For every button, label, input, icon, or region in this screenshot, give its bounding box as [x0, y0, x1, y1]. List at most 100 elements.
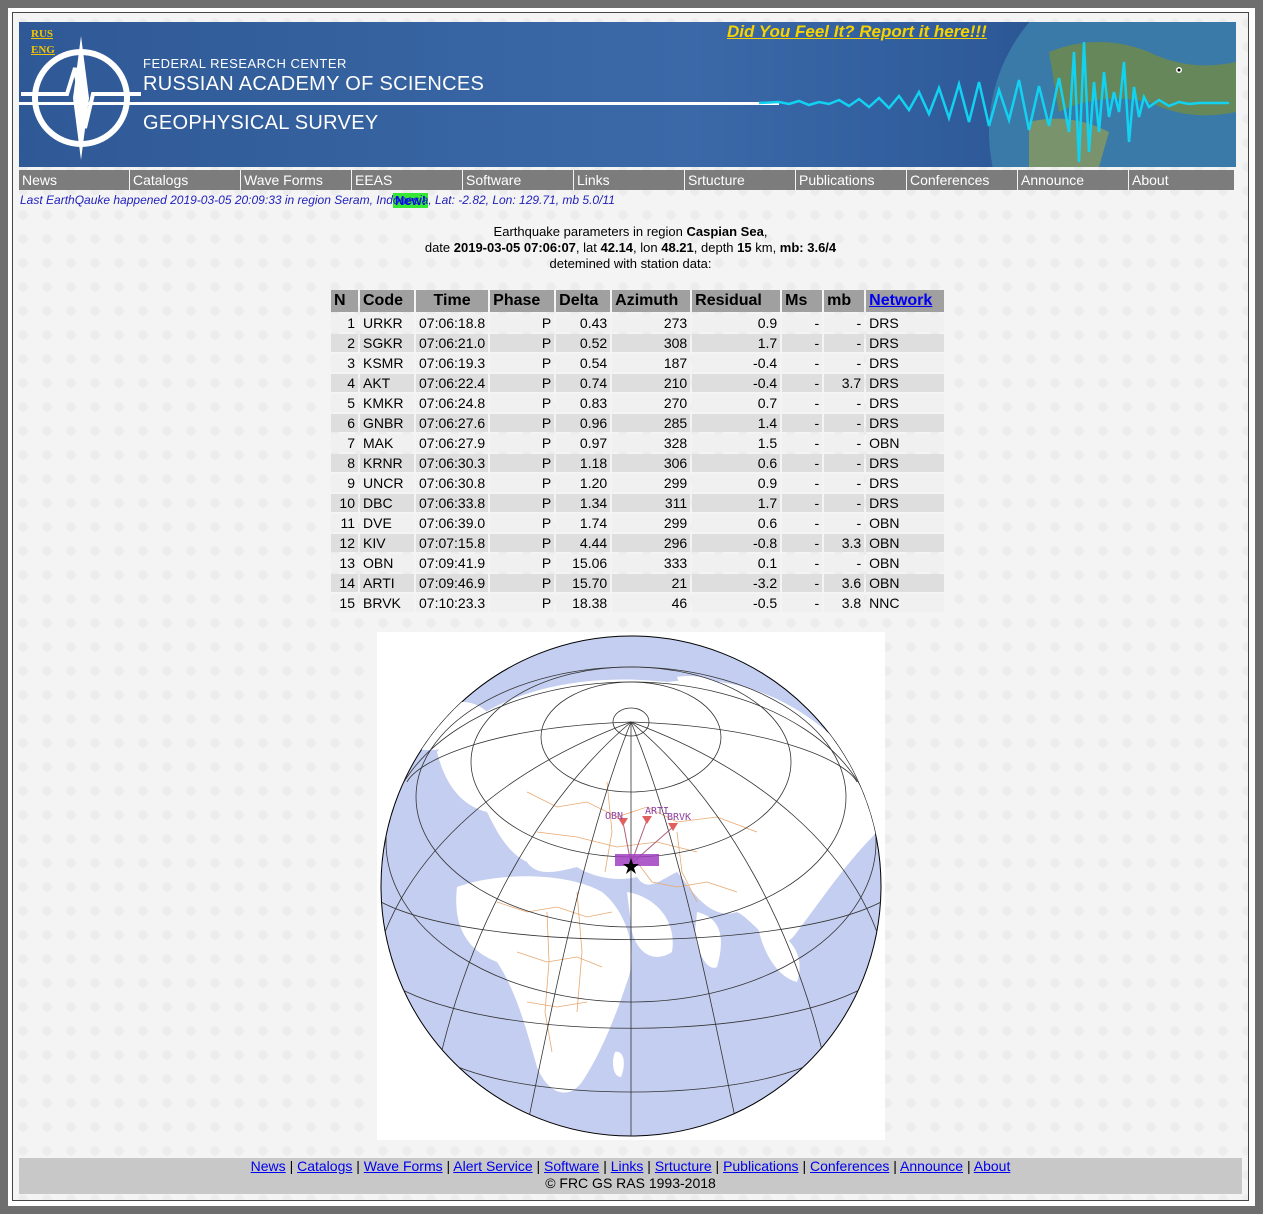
table-cell: 4	[331, 374, 358, 392]
table-cell: BRVK	[360, 594, 414, 612]
nav-news[interactable]: News	[19, 170, 129, 190]
footer-link-news[interactable]: News	[251, 1158, 286, 1174]
table-cell: 285	[612, 414, 691, 432]
table-cell: 3	[331, 354, 358, 372]
footer-link-alert-service[interactable]: Alert Service	[453, 1158, 532, 1174]
table-cell: 07:06:30.3	[416, 454, 489, 472]
table-cell: -3.2	[692, 574, 781, 592]
table-cell: -	[824, 334, 865, 352]
footer-links: News | Catalogs | Wave Forms | Alert Ser…	[19, 1158, 1242, 1175]
globe-map: OBN ARTI BRVK	[380, 635, 882, 1137]
footer-sep: |	[446, 1158, 451, 1174]
header-line1: FEDERAL RESEARCH CENTER	[143, 56, 347, 71]
table-cell: DRS	[866, 494, 945, 512]
table-cell: OBN	[866, 514, 945, 532]
table-cell: P	[490, 434, 555, 452]
table-cell: -0.4	[692, 374, 781, 392]
footer-link-conferences[interactable]: Conferences	[810, 1158, 889, 1174]
table-cell: 270	[612, 394, 691, 412]
nav-links[interactable]: Links	[574, 170, 684, 190]
table-cell: 07:06:24.8	[416, 394, 489, 412]
footer-sep: |	[603, 1158, 607, 1174]
table-cell: -	[824, 314, 865, 332]
params-line2: date 2019-03-05 07:06:07, lat 42.14, lon…	[13, 240, 1248, 256]
table-cell: 1.74	[556, 514, 611, 532]
table-cell: 07:06:18.8	[416, 314, 489, 332]
last-earthquake-text: Last EarthQauke happened 2019-03-05 20:0…	[20, 193, 615, 207]
table-row: 13 OBN 07:09:41.9 P 15.06 333 0.1- - OBN	[331, 554, 945, 572]
table-cell: 13	[331, 554, 358, 572]
footer-link-publications[interactable]: Publications	[723, 1158, 799, 1174]
table-cell: ARTI	[360, 574, 414, 592]
station-data-table: N Code Time Phase Delta Azimuth Residual…	[329, 288, 946, 614]
table-cell: -	[782, 454, 823, 472]
table-cell: 4.44	[556, 534, 611, 552]
table-row: 10 DBC 07:06:33.8 P 1.34 311 1.7- - DRS	[331, 494, 945, 512]
params-suffix: ,	[763, 224, 768, 239]
table-row: 8 KRNR 07:06:30.3 P 1.18 306 0.6- - DRS	[331, 454, 945, 472]
table-cell: 12	[331, 534, 358, 552]
nav-catalogs[interactable]: Catalogs	[130, 170, 240, 190]
footer-link-about[interactable]: About	[974, 1158, 1011, 1174]
nav-software[interactable]: Software	[463, 170, 573, 190]
nav-eeas[interactable]: EEASNew!	[352, 170, 462, 208]
table-row: 9 UNCR 07:06:30.8 P 1.20 299 0.9- - DRS	[331, 474, 945, 492]
nav-announce[interactable]: Announce	[1018, 170, 1128, 190]
main-nav: News Catalogs Wave Forms EEASNew! Softwa…	[19, 170, 1236, 208]
table-cell: 6	[331, 414, 358, 432]
nav-about[interactable]: About	[1129, 170, 1234, 190]
page-content: RUS ENG FEDERAL RESEARCH CENTER RUSSIAN …	[12, 12, 1249, 1201]
table-cell: P	[490, 374, 555, 392]
table-cell: 21	[612, 574, 691, 592]
table-cell: 07:06:22.4	[416, 374, 489, 392]
footer-link-software[interactable]: Software	[544, 1158, 599, 1174]
params-line1: Earthquake parameters in region Caspian …	[13, 224, 1248, 240]
table-cell: P	[490, 314, 555, 332]
table-cell: 308	[612, 334, 691, 352]
footer-link-structure[interactable]: Srtucture	[655, 1158, 712, 1174]
table-cell: 1	[331, 314, 358, 332]
table-cell: -	[824, 354, 865, 372]
table-cell: OBN	[866, 534, 945, 552]
table-cell: -0.4	[692, 354, 781, 372]
table-cell: 7	[331, 434, 358, 452]
table-cell: -	[824, 394, 865, 412]
nav-wave-forms[interactable]: Wave Forms	[241, 170, 351, 190]
nav-publications[interactable]: Publications	[796, 170, 906, 190]
footer-link-wave-forms[interactable]: Wave Forms	[364, 1158, 443, 1174]
table-cell: URKR	[360, 314, 414, 332]
table-cell: P	[490, 594, 555, 612]
header-divider-line	[19, 102, 779, 105]
did-you-feel-it-link[interactable]: Did You Feel It? Report it here!!!	[727, 22, 987, 42]
table-cell: 0.7	[692, 394, 781, 412]
table-cell: P	[490, 414, 555, 432]
col-phase: Phase	[490, 290, 555, 312]
table-cell: -	[824, 554, 865, 572]
nav-conferences[interactable]: Conferences	[907, 170, 1017, 190]
footer-link-announce[interactable]: Announce	[900, 1158, 963, 1174]
table-cell: -	[824, 454, 865, 472]
header-line3: GEOPHYSICAL SURVEY	[143, 112, 379, 134]
footer-link-catalogs[interactable]: Catalogs	[297, 1158, 352, 1174]
table-cell: DRS	[866, 374, 945, 392]
params-region: Caspian Sea	[686, 224, 764, 239]
params-prefix: Earthquake parameters in region	[493, 224, 687, 239]
table-cell: 1.7	[692, 494, 781, 512]
table-cell: 311	[612, 494, 691, 512]
table-cell: 3.8	[824, 594, 865, 612]
footer-link-links[interactable]: Links	[611, 1158, 644, 1174]
table-cell: 07:06:27.6	[416, 414, 489, 432]
footer-sep: |	[356, 1158, 360, 1174]
table-cell: -	[782, 554, 823, 572]
col-n: N	[331, 290, 358, 312]
table-cell: KMKR	[360, 394, 414, 412]
nav-structure[interactable]: Srtucture	[685, 170, 795, 190]
table-row: 15 BRVK 07:10:23.3 P 18.38 46 -0.5-3.8 NNC	[331, 594, 945, 612]
lon-label: , lon	[633, 240, 662, 255]
table-row: 11 DVE 07:06:39.0 P 1.74 299 0.6- - OBN	[331, 514, 945, 532]
col-delta: Delta	[556, 290, 611, 312]
table-cell: 0.6	[692, 454, 781, 472]
table-cell: 18.38	[556, 594, 611, 612]
network-sort-link[interactable]: Network	[869, 292, 932, 309]
table-cell: DRS	[866, 354, 945, 372]
